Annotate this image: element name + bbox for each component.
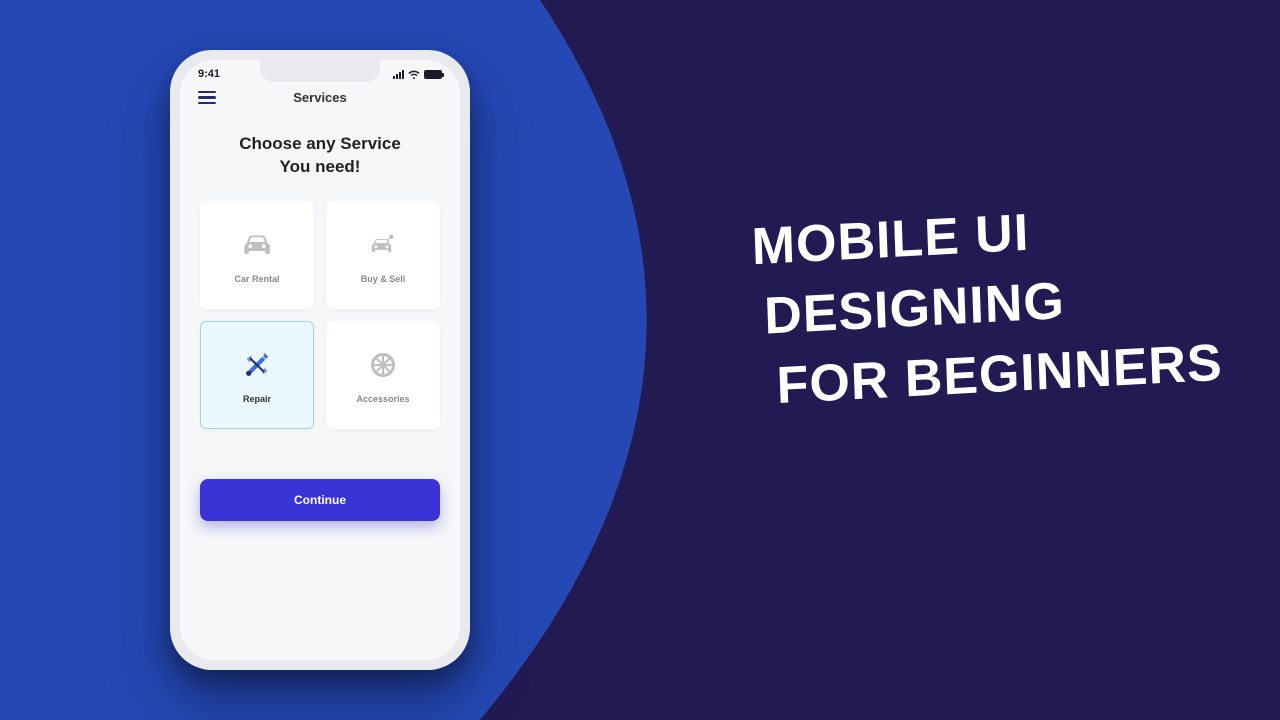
headline: MOBILE UI DESIGNING FOR BEGINNERS <box>750 188 1223 423</box>
card-label: Repair <box>243 394 271 404</box>
card-label: Buy & Sell <box>361 274 406 284</box>
card-label: Car Rental <box>234 274 279 284</box>
repair-icon <box>238 346 276 384</box>
service-grid: Car Rental Buy & Sell <box>180 179 460 443</box>
battery-icon <box>424 70 442 79</box>
phone-frame: 9:41 Services Choose any Service You nee… <box>170 50 470 670</box>
service-card-buy-sell[interactable]: Buy & Sell <box>326 201 440 309</box>
nav-bar: Services <box>180 84 460 115</box>
wheel-icon <box>364 346 402 384</box>
service-card-repair[interactable]: Repair <box>200 321 314 429</box>
wifi-icon <box>408 69 420 79</box>
service-card-accessories[interactable]: Accessories <box>326 321 440 429</box>
buy-sell-icon <box>364 226 402 264</box>
heading-line-2: You need! <box>200 156 440 179</box>
phone-notch <box>260 60 380 82</box>
phone-screen: 9:41 Services Choose any Service You nee… <box>180 60 460 660</box>
continue-button[interactable]: Continue <box>200 479 440 521</box>
status-time: 9:41 <box>198 68 220 80</box>
page-title: Services <box>198 90 442 105</box>
car-icon <box>238 226 276 264</box>
heading-line-1: Choose any Service <box>200 133 440 156</box>
page-heading: Choose any Service You need! <box>180 133 460 179</box>
service-card-car-rental[interactable]: Car Rental <box>200 201 314 309</box>
signal-icon <box>393 70 404 79</box>
status-indicators <box>393 69 442 79</box>
card-label: Accessories <box>356 394 409 404</box>
